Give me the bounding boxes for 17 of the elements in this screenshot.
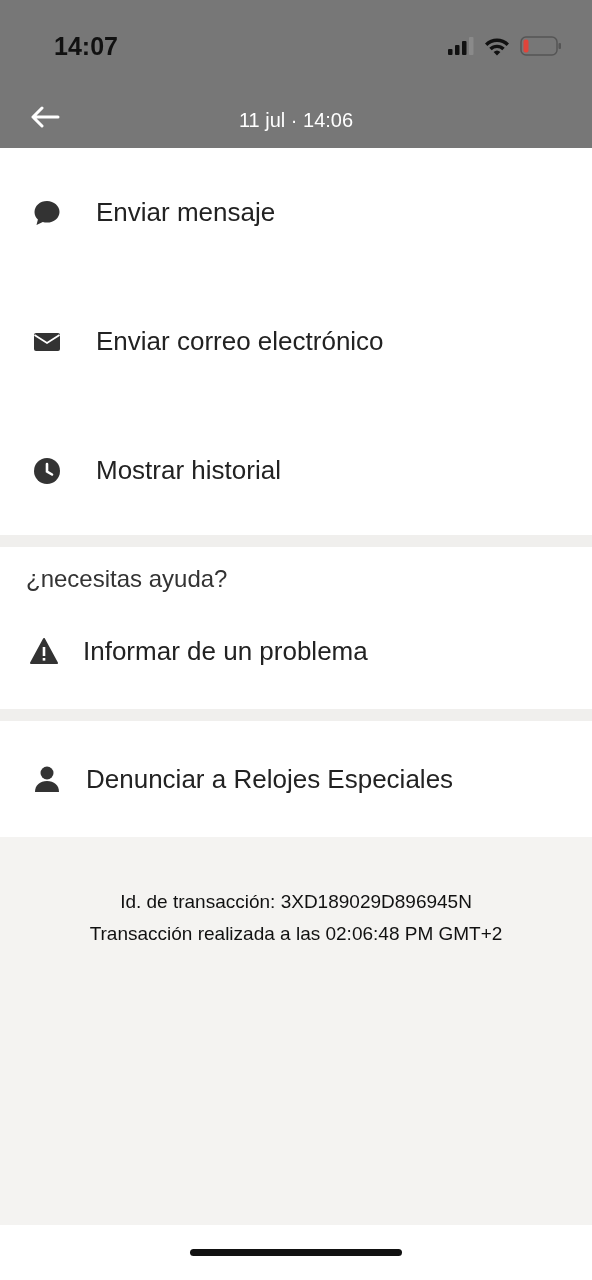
warning-icon (29, 636, 59, 666)
battery-icon (520, 36, 562, 56)
menu-item[interactable]: Enviar correo electrónico (0, 277, 592, 406)
header-title: 11 jul · 14:06 (238, 108, 354, 132)
menu-item[interactable]: Mostrar historial (0, 406, 592, 535)
back-arrow-icon (30, 106, 60, 128)
status-time: 14:07 (54, 31, 118, 61)
clock-icon (32, 455, 62, 486)
section-title: ¿necesitas ayuda? (25, 565, 229, 593)
transaction-info: Id. de transacción: 3XD189029D896945N (120, 891, 472, 913)
menu-item[interactable]: Enviar mensaje (0, 148, 592, 277)
transaction-info: Transacción realizada a las 02:06:48 PM GMT+2 (89, 923, 503, 945)
wifi-icon (484, 36, 510, 56)
person-icon (32, 764, 62, 794)
signal-icon (448, 37, 474, 55)
menu-item[interactable]: Informar de un problema (0, 593, 592, 709)
menu-item[interactable]: Denunciar a Relojes Especiales (0, 721, 592, 837)
